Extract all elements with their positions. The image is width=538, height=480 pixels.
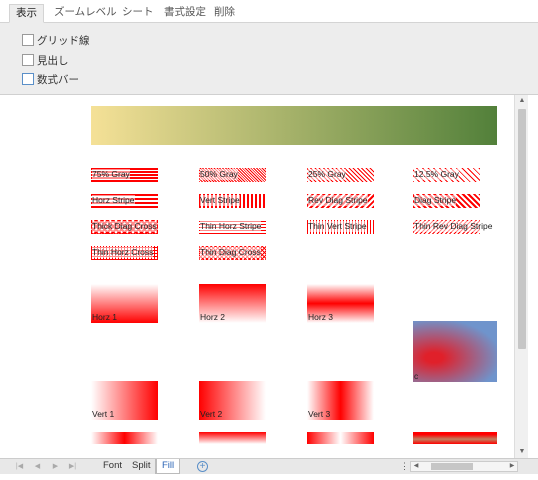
- gridlines-option[interactable]: グリッド線: [22, 33, 90, 47]
- pattern-cell[interactable]: Thin Vert Stripe: [307, 220, 374, 234]
- gradient-cell[interactable]: Vert 3: [307, 381, 374, 420]
- pattern-label: Thin Vert Stripe: [308, 221, 367, 232]
- gradient-cell-partial[interactable]: [413, 432, 497, 444]
- pattern-cell[interactable]: 12.5% Gray: [413, 168, 480, 182]
- pattern-cell[interactable]: 75% Gray: [91, 168, 158, 182]
- sheet-tab-bar: |◀ ◀ ▶ ▶| Font Split Fill + ⋮ ◀ ▶: [0, 458, 538, 474]
- gradient-label: c: [414, 371, 419, 381]
- pattern-cell[interactable]: Diag Stripe: [413, 194, 480, 208]
- pattern-cell[interactable]: Thin Horz Cross: [91, 246, 158, 260]
- pattern-cell[interactable]: 25% Gray: [307, 168, 374, 182]
- tab-sheet[interactable]: シート: [116, 4, 160, 23]
- pattern-label: 12.5% Gray: [414, 169, 459, 180]
- gradient-banner-cell[interactable]: [91, 106, 497, 145]
- next-sheet-icon[interactable]: ▶: [50, 461, 61, 472]
- sheet-tab-fill[interactable]: Fill: [156, 459, 181, 474]
- scroll-down-icon[interactable]: ▼: [517, 447, 527, 457]
- gradient-cell-partial[interactable]: [199, 432, 266, 444]
- sheet-tab-split[interactable]: Split: [127, 459, 157, 474]
- horizontal-scroll-thumb[interactable]: [431, 463, 473, 470]
- gradient-cell[interactable]: Horz 1: [91, 284, 158, 323]
- first-sheet-icon[interactable]: |◀: [14, 461, 25, 472]
- headings-option[interactable]: 見出し: [22, 53, 69, 67]
- gradient-label: Horz 2: [200, 312, 226, 322]
- scroll-left-icon[interactable]: ◀: [411, 462, 421, 471]
- horizontal-scrollbar[interactable]: ◀ ▶: [410, 461, 518, 472]
- scroll-right-icon[interactable]: ▶: [507, 462, 517, 471]
- pattern-label: Thin Diag Cross: [200, 247, 261, 258]
- headings-checkbox[interactable]: [22, 54, 34, 66]
- tab-delete[interactable]: 削除: [208, 4, 241, 23]
- sheet-tab-font[interactable]: Font: [98, 459, 129, 474]
- pattern-label: Diag Stripe: [414, 195, 457, 206]
- pattern-label: 50% Gray: [200, 169, 238, 180]
- pattern-cell[interactable]: Vert Stripe: [199, 194, 266, 208]
- scroll-up-icon[interactable]: ▲: [517, 96, 527, 106]
- tab-split-handle-icon[interactable]: ⋮: [400, 461, 409, 472]
- tab-view[interactable]: 表示: [9, 4, 44, 23]
- vertical-scroll-thumb[interactable]: [518, 109, 526, 349]
- gridlines-label: グリッド線: [37, 34, 90, 47]
- gradient-label: Vert 1: [92, 409, 115, 419]
- pattern-label: Rev Diag Stripe: [308, 195, 368, 206]
- gridlines-checkbox[interactable]: [22, 34, 34, 46]
- formula-bar-label: 数式バー: [37, 73, 79, 86]
- formula-bar-checkbox[interactable]: [22, 73, 34, 85]
- pattern-label: Thin Horz Cross: [92, 247, 154, 258]
- vertical-scrollbar[interactable]: ▲ ▼: [514, 95, 528, 458]
- formula-bar-option[interactable]: 数式バー: [22, 72, 79, 86]
- pattern-label: Horz Stripe: [92, 195, 135, 206]
- headings-label: 見出し: [37, 54, 69, 67]
- last-sheet-icon[interactable]: ▶|: [67, 461, 78, 472]
- gradient-cell-partial[interactable]: [307, 432, 374, 444]
- gradient-label: Horz 1: [92, 312, 118, 322]
- pattern-cell[interactable]: Horz Stripe: [91, 194, 158, 208]
- tab-zoom-level[interactable]: ズームレベル: [48, 4, 123, 23]
- gradient-cell-partial[interactable]: [91, 432, 158, 444]
- pattern-cell[interactable]: 50% Gray: [199, 168, 266, 182]
- pattern-label: Vert Stripe: [200, 195, 240, 206]
- pattern-cell[interactable]: Thick Diag Cross: [91, 220, 158, 234]
- gradient-cell[interactable]: c: [413, 321, 497, 382]
- gradient-cell[interactable]: Vert 2: [199, 381, 266, 420]
- pattern-label: 25% Gray: [308, 169, 346, 180]
- gradient-cell[interactable]: Vert 1: [91, 381, 158, 420]
- pattern-cell[interactable]: Rev Diag Stripe: [307, 194, 374, 208]
- gradient-label: Vert 2: [200, 409, 223, 419]
- tab-formatting[interactable]: 書式設定: [158, 4, 212, 23]
- add-sheet-icon[interactable]: +: [197, 461, 208, 472]
- prev-sheet-icon[interactable]: ◀: [32, 461, 43, 472]
- pattern-cell[interactable]: Thin Rev Diag Stripe: [413, 220, 493, 234]
- pattern-label: Thin Horz Stripe: [200, 221, 262, 232]
- pattern-cell[interactable]: Thin Diag Cross: [199, 246, 266, 260]
- gradient-label: Horz 3: [308, 312, 334, 322]
- gradient-cell[interactable]: Horz 3: [307, 284, 374, 323]
- pattern-label: Thick Diag Cross: [92, 221, 157, 232]
- spreadsheet-grid[interactable]: 75% Gray 50% Gray 25% Gray 12.5% Gray Ho…: [0, 95, 514, 458]
- view-options-panel: グリッド線 見出し 数式バー: [0, 23, 538, 95]
- pattern-cell[interactable]: Thin Horz Stripe: [199, 220, 266, 234]
- pattern-label: 75% Gray: [92, 169, 130, 180]
- gradient-label: Vert 3: [308, 409, 331, 419]
- pattern-label: Thin Rev Diag Stripe: [414, 221, 493, 232]
- gradient-cell[interactable]: Horz 2: [199, 284, 266, 323]
- ribbon-tab-bar: 表示 ズームレベル シート 書式設定 削除: [0, 0, 538, 23]
